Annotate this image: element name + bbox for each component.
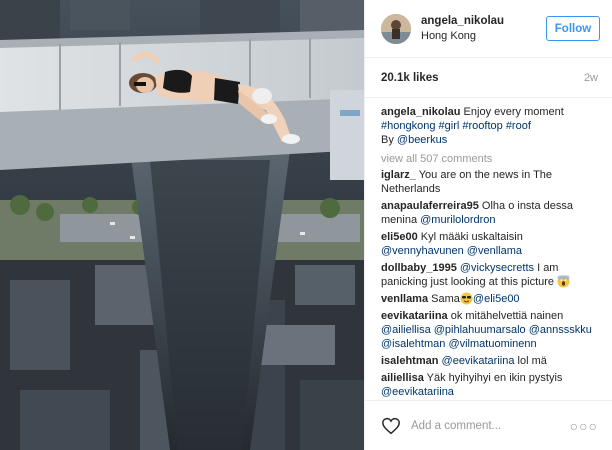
comment-username[interactable]: eli5e00 [381,231,418,243]
post-age[interactable]: 2w [584,72,598,84]
comment: eli5e00 Kyl määki uskaltaisin @vennyhavu… [381,230,600,258]
comment: venllama Sama @eli5e00 [381,292,600,306]
comment-mention[interactable]: @vennyhavunen [381,245,464,257]
post-header: angela_nikolau Hong Kong Follow [365,0,612,58]
comment-text: Yäk hyihyihyi en ikin pystyis [426,372,563,384]
comment-username[interactable]: venllama [381,293,428,305]
credit-mention[interactable]: @beerkus [397,134,447,146]
comment-text: ok mitähelvettiä nainen [450,310,564,322]
post-author-info: angela_nikolau Hong Kong [421,14,546,44]
comment-username[interactable]: eevikatariina [381,310,448,322]
comments-list[interactable]: angela_nikolau Enjoy every moment #hongk… [365,98,612,400]
sunglasses-emoji-icon [460,292,473,305]
author-username[interactable]: angela_nikolau [421,14,546,29]
comment-mention[interactable]: @vilmatuominenn [448,338,536,350]
comment-text: Kyl määki uskaltaisin [420,231,523,243]
view-all-comments-link[interactable]: view all 507 comments [381,152,600,166]
likes-count[interactable]: 20.1k likes [381,72,439,84]
hashtag[interactable]: #rooftop [462,120,502,132]
avatar[interactable] [381,13,411,44]
comment: anapaulaferreira95 Olha o insta dessa me… [381,199,600,227]
comment-text: Sama [431,293,460,305]
comment-mention[interactable]: @eevikatariina [442,355,515,367]
comment-username[interactable]: iglarz_ [381,169,416,181]
comment-mention[interactable]: @murilolordron [420,214,495,226]
heart-outline-icon[interactable] [381,417,401,435]
credit-prefix: By [381,134,394,146]
post-photo[interactable] [0,0,364,450]
comment: ailiellisa Yäk hyihyihyi en ikin pystyis… [381,371,600,399]
add-comment-input[interactable] [411,419,570,432]
comment-mention[interactable]: @ailiellisa [381,324,431,336]
post-meta: 20.1k likes 2w [365,58,612,98]
comment-mention[interactable]: @venllama [467,245,522,257]
hashtag[interactable]: #hongkong [381,120,435,132]
comment-mention[interactable]: @pihlahuumarsalo [434,324,526,336]
more-options-icon[interactable]: ○○○ [570,418,598,434]
comment-mention[interactable]: @vickysecretts [460,262,534,274]
comment: isalehtman @eevikatariina lol mä [381,354,600,368]
comment-bar: ○○○ [365,400,612,450]
hashtag[interactable]: #girl [439,120,460,132]
follow-button[interactable]: Follow [546,16,600,41]
caption-text: Enjoy every moment [463,106,564,118]
avatar-image [381,13,411,44]
comment: iglarz_ You are on the news in The Nethe… [381,168,600,196]
comment-mention[interactable]: @eevikatariina [381,386,454,398]
comment-mention[interactable]: @isalehtman [381,338,445,350]
scream-emoji-icon [557,275,570,288]
post-side-panel: angela_nikolau Hong Kong Follow 20.1k li… [364,0,612,450]
comment-mention[interactable]: @annssskku [529,324,592,336]
post-location[interactable]: Hong Kong [421,29,546,44]
caption-username[interactable]: angela_nikolau [381,106,460,118]
hashtag[interactable]: #roof [506,120,531,132]
comment-mention[interactable]: @eli5e00 [473,293,520,305]
comment-username[interactable]: anapaulaferreira95 [381,200,479,212]
comment: eevikatariina ok mitähelvettiä nainen @a… [381,309,600,351]
caption: angela_nikolau Enjoy every moment #hongk… [381,105,600,147]
comment: dollbaby_1995 @vickysecretts I am panick… [381,261,600,289]
comment-text: lol mä [517,355,547,367]
rooftop-photo-illustration [0,0,364,450]
comment-username[interactable]: ailiellisa [381,372,424,384]
comment-username[interactable]: isalehtman [381,355,438,367]
comment-username[interactable]: dollbaby_1995 [381,262,457,274]
